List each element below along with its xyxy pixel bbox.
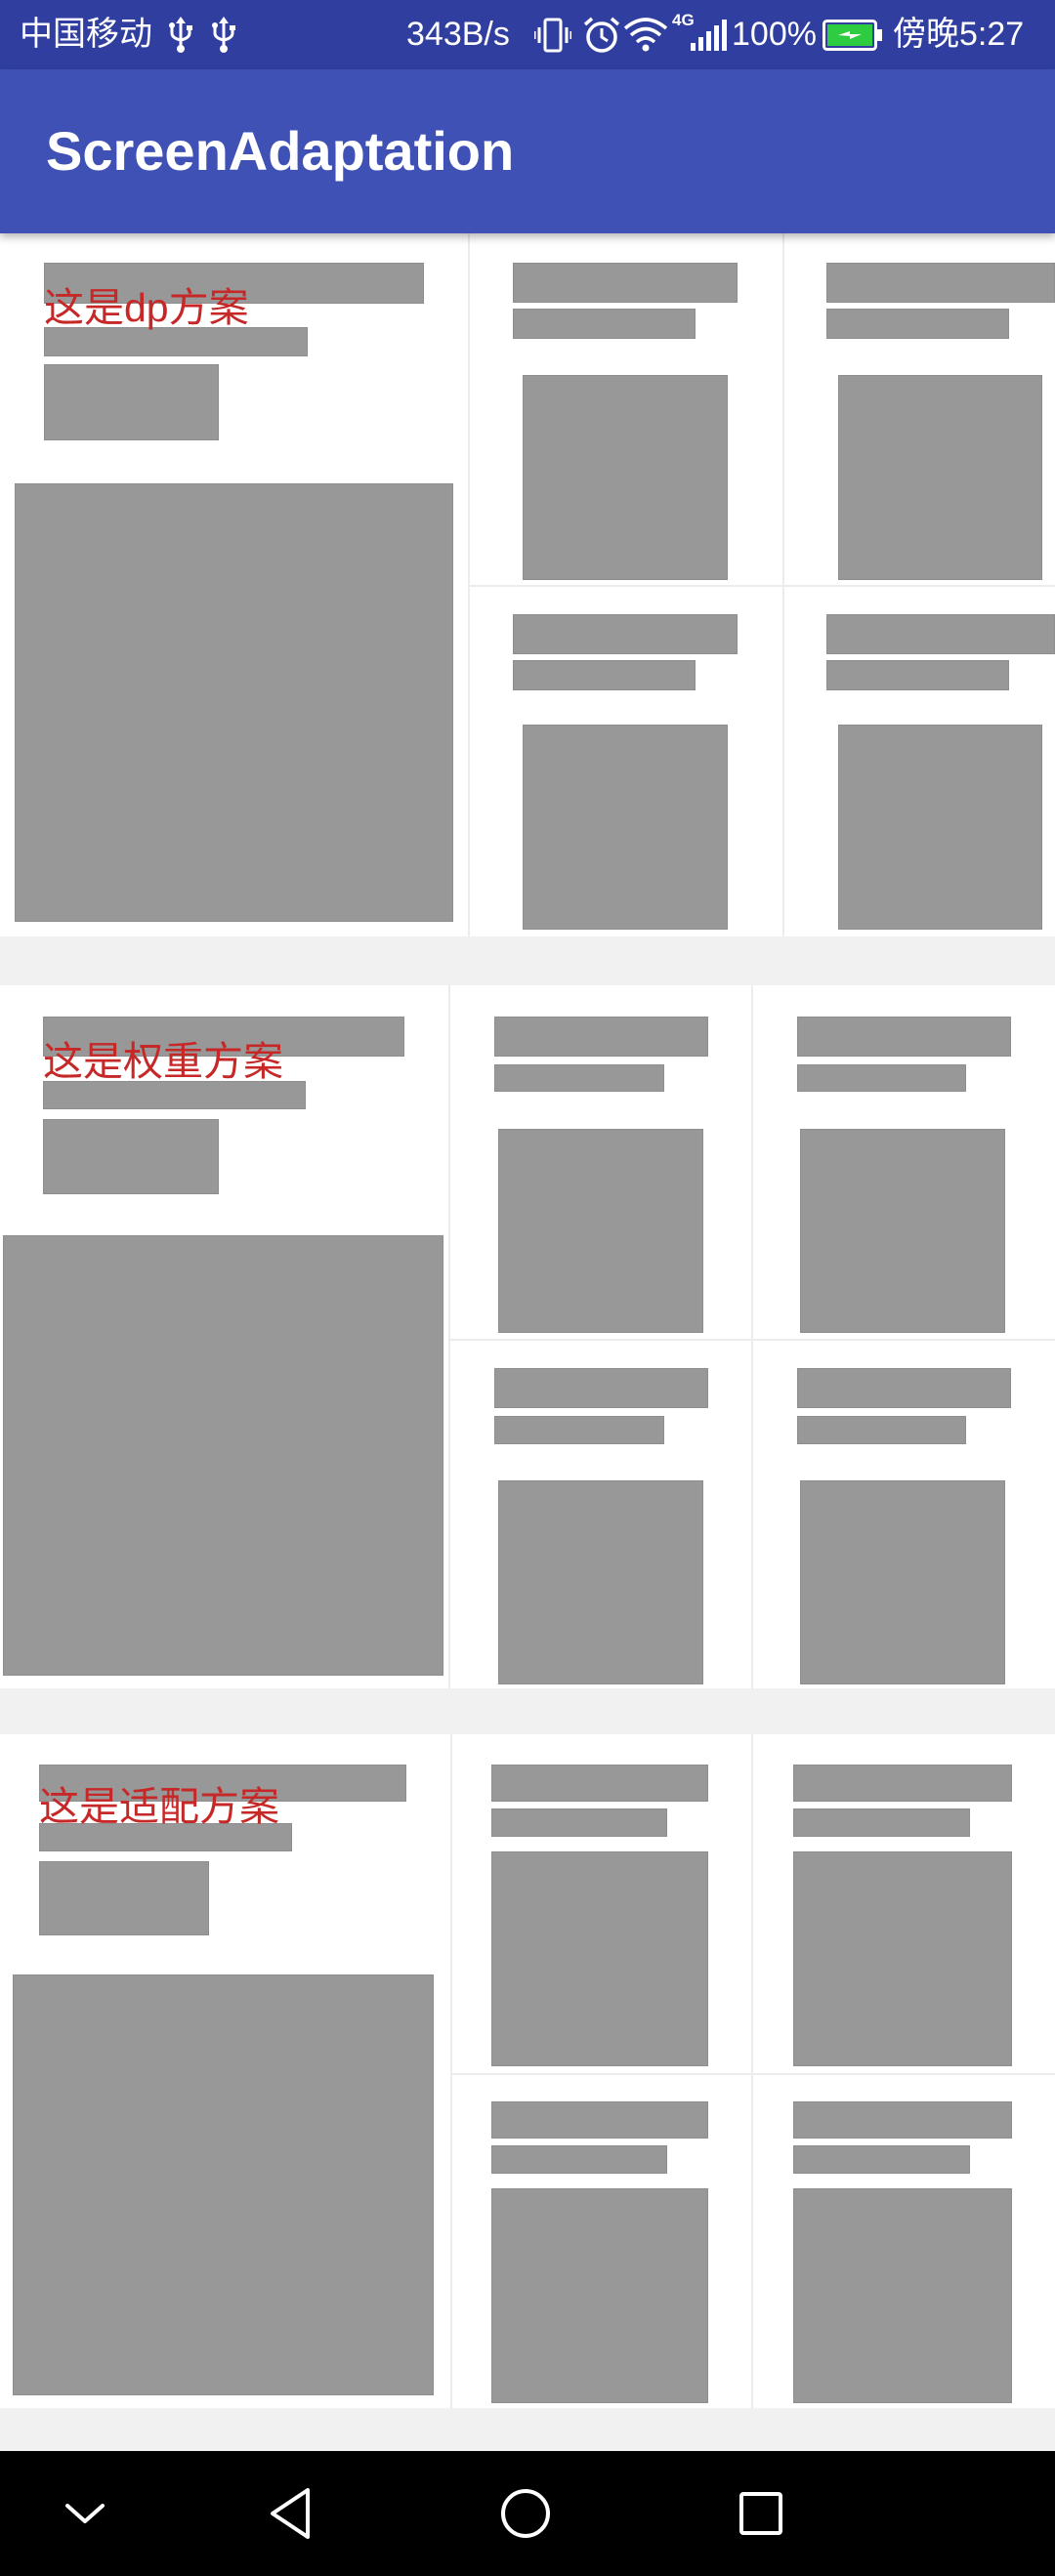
placeholder-thumbnail bbox=[43, 1119, 219, 1194]
grid-cell-large: 这是权重方案 bbox=[0, 985, 448, 1688]
recents-button[interactable] bbox=[702, 2451, 820, 2576]
phone-screen: 中国移动 343B/s 4G 100% 傍晚5:27 ScreenAdaptat… bbox=[0, 0, 1055, 2576]
placeholder-image bbox=[13, 1974, 434, 2395]
battery-charging-icon bbox=[823, 20, 882, 51]
section-weight: 这是权重方案 bbox=[0, 985, 1055, 1688]
placeholder-title-bar bbox=[491, 2101, 708, 2139]
placeholder-image bbox=[793, 1851, 1012, 2066]
grid-cell-small bbox=[782, 233, 1055, 585]
section-label: 这是权重方案 bbox=[43, 1039, 283, 1084]
chevron-down-icon bbox=[65, 2504, 105, 2523]
placeholder-title-bar bbox=[826, 614, 1055, 654]
grid-cell-small bbox=[751, 1339, 1055, 1688]
placeholder-title-bar bbox=[491, 1765, 708, 1802]
placeholder-subtitle-bar bbox=[494, 1064, 664, 1092]
carrier-name: 中国移动 bbox=[20, 16, 152, 53]
grid-cell-small bbox=[448, 985, 751, 1339]
placeholder-image bbox=[793, 2188, 1012, 2403]
home-button[interactable] bbox=[467, 2451, 584, 2576]
grid-cell-small bbox=[450, 2073, 751, 2408]
app-bar: ScreenAdaptation bbox=[0, 69, 1055, 233]
grid-cell-small bbox=[468, 233, 782, 585]
placeholder-image bbox=[838, 725, 1042, 930]
placeholder-title-bar bbox=[494, 1017, 708, 1057]
placeholder-image bbox=[523, 375, 728, 580]
section-label: 这是dp方案 bbox=[44, 285, 249, 330]
placeholder-thumbnail bbox=[44, 364, 219, 440]
placeholder-title-bar bbox=[793, 1765, 1012, 1802]
placeholder-subtitle-bar bbox=[793, 1808, 970, 1837]
placeholder-subtitle-bar bbox=[491, 1808, 667, 1837]
placeholder-subtitle-bar bbox=[826, 660, 1009, 690]
clock-time: 傍晚5:27 bbox=[893, 16, 1025, 53]
placeholder-subtitle-bar bbox=[793, 2145, 970, 2174]
grid-cell-small bbox=[468, 585, 782, 936]
placeholder-image bbox=[3, 1235, 443, 1676]
usb-icon bbox=[212, 17, 235, 53]
status-bar: 中国移动 343B/s 4G 100% 傍晚5:27 bbox=[0, 0, 1055, 69]
placeholder-thumbnail bbox=[39, 1861, 209, 1935]
placeholder-subtitle-bar bbox=[44, 327, 308, 356]
app-title: ScreenAdaptation bbox=[46, 120, 515, 182]
placeholder-subtitle-bar bbox=[797, 1416, 966, 1444]
wifi-icon bbox=[623, 18, 668, 52]
placeholder-subtitle-bar bbox=[826, 309, 1009, 339]
battery-percentage: 100% bbox=[732, 16, 817, 53]
placeholder-image bbox=[491, 2188, 708, 2403]
back-icon bbox=[271, 2488, 310, 2539]
grid-cell-large: 这是dp方案 bbox=[0, 233, 468, 936]
placeholder-title-bar bbox=[494, 1368, 708, 1408]
grid-cell-small bbox=[450, 1734, 751, 2073]
placeholder-image bbox=[498, 1129, 703, 1333]
section-dp: 这是dp方案 bbox=[0, 233, 1055, 936]
network-speed: 343B/s bbox=[406, 16, 510, 53]
signal-icon bbox=[691, 20, 727, 51]
placeholder-subtitle-bar bbox=[491, 2145, 667, 2174]
grid-cell-small bbox=[448, 1339, 751, 1688]
placeholder-image bbox=[498, 1480, 703, 1684]
vibrate-icon bbox=[534, 18, 571, 53]
section-label: 这是适配方案 bbox=[39, 1784, 279, 1829]
placeholder-subtitle-bar bbox=[797, 1064, 966, 1092]
placeholder-title-bar bbox=[797, 1368, 1011, 1408]
hide-nav-button[interactable] bbox=[26, 2451, 144, 2576]
placeholder-title-bar bbox=[793, 2101, 1012, 2139]
recents-icon bbox=[739, 2492, 782, 2535]
placeholder-subtitle-bar bbox=[494, 1416, 664, 1444]
grid-cell-small bbox=[782, 585, 1055, 936]
grid-cell-large: 这是适配方案 bbox=[0, 1734, 450, 2408]
placeholder-subtitle-bar bbox=[513, 660, 696, 690]
back-button[interactable] bbox=[232, 2451, 350, 2576]
grid-cell-small bbox=[751, 2073, 1055, 2408]
placeholder-image bbox=[523, 725, 728, 930]
placeholder-image bbox=[838, 375, 1042, 580]
placeholder-title-bar bbox=[797, 1017, 1011, 1057]
placeholder-subtitle-bar bbox=[513, 309, 696, 339]
home-icon bbox=[501, 2489, 550, 2538]
placeholder-subtitle-bar bbox=[43, 1081, 306, 1109]
placeholder-image bbox=[15, 483, 453, 922]
placeholder-title-bar bbox=[826, 263, 1055, 303]
grid-cell-small bbox=[751, 985, 1055, 1339]
alarm-icon bbox=[583, 17, 620, 53]
usb-icon bbox=[169, 17, 192, 53]
placeholder-title-bar bbox=[513, 263, 738, 303]
grid-cell-small bbox=[751, 1734, 1055, 2073]
section-adaptation: 这是适配方案 bbox=[0, 1734, 1055, 2408]
placeholder-title-bar bbox=[513, 614, 738, 654]
placeholder-image bbox=[491, 1851, 708, 2066]
placeholder-image bbox=[800, 1480, 1005, 1684]
navigation-bar bbox=[0, 2451, 1055, 2576]
placeholder-image bbox=[800, 1129, 1005, 1333]
